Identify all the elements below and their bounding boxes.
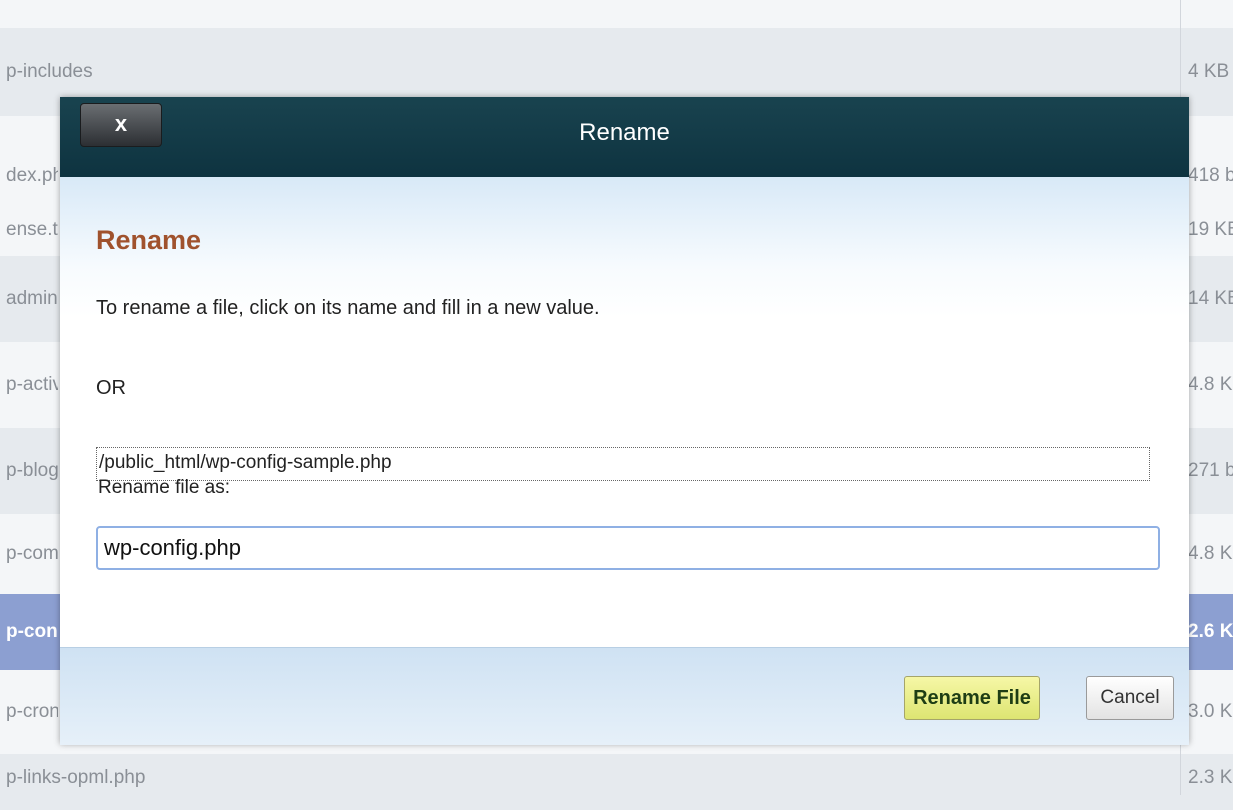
rename-file-button[interactable]: Rename File: [904, 676, 1040, 720]
cancel-button[interactable]: Cancel: [1086, 676, 1174, 720]
dialog-body: Rename To rename a file, click on its na…: [60, 177, 1189, 647]
file-row[interactable]: [0, 0, 1233, 28]
file-size: 14 KB: [1188, 288, 1233, 309]
file-name: p-comments-post.php: [6, 543, 58, 564]
file-size: 3.0 KB: [1188, 701, 1233, 722]
file-size: 271 bytes: [1188, 460, 1233, 481]
file-row[interactable]: p-links-opml.php 2.3 KB: [0, 754, 1233, 810]
instructions-text: To rename a file, click on its name and …: [96, 297, 600, 319]
close-icon: x: [114, 111, 128, 136]
file-name: p-blog-header.php: [6, 460, 58, 481]
file-size: 2.6 KB: [1188, 621, 1233, 642]
rename-dialog: Rename x Rename To rename a file, click …: [60, 97, 1189, 745]
file-size: 19 KB: [1188, 219, 1233, 240]
file-size: 4.8 KB: [1188, 543, 1233, 564]
file-name: p-config-sample.php: [6, 621, 58, 642]
rename-as-label: Rename file as:: [98, 477, 231, 498]
file-name: dex.php: [6, 165, 58, 186]
file-name: p-activate.php: [6, 374, 58, 395]
dialog-titlebar[interactable]: Rename x: [60, 97, 1189, 177]
file-size: 418 bytes: [1188, 165, 1233, 186]
file-name: p-includes: [6, 61, 93, 82]
dialog-footer: Rename File Cancel: [60, 647, 1189, 745]
file-name: p-links-opml.php: [6, 767, 146, 788]
close-button[interactable]: x: [80, 103, 162, 147]
file-name: p-cron.php: [6, 701, 58, 722]
file-size: 2.3 KB: [1188, 767, 1233, 788]
file-size: 4.8 KB: [1188, 374, 1233, 395]
file-name: ense.txt: [6, 219, 58, 240]
current-file-path: /public_html/wp-config-sample.php: [96, 447, 1150, 481]
body-heading: Rename: [96, 225, 202, 255]
dialog-title: Rename: [579, 119, 670, 146]
file-size: 4 KB: [1188, 61, 1230, 82]
new-filename-input[interactable]: [96, 526, 1160, 570]
file-name: admin.php: [6, 288, 58, 309]
or-label: OR: [96, 377, 126, 399]
